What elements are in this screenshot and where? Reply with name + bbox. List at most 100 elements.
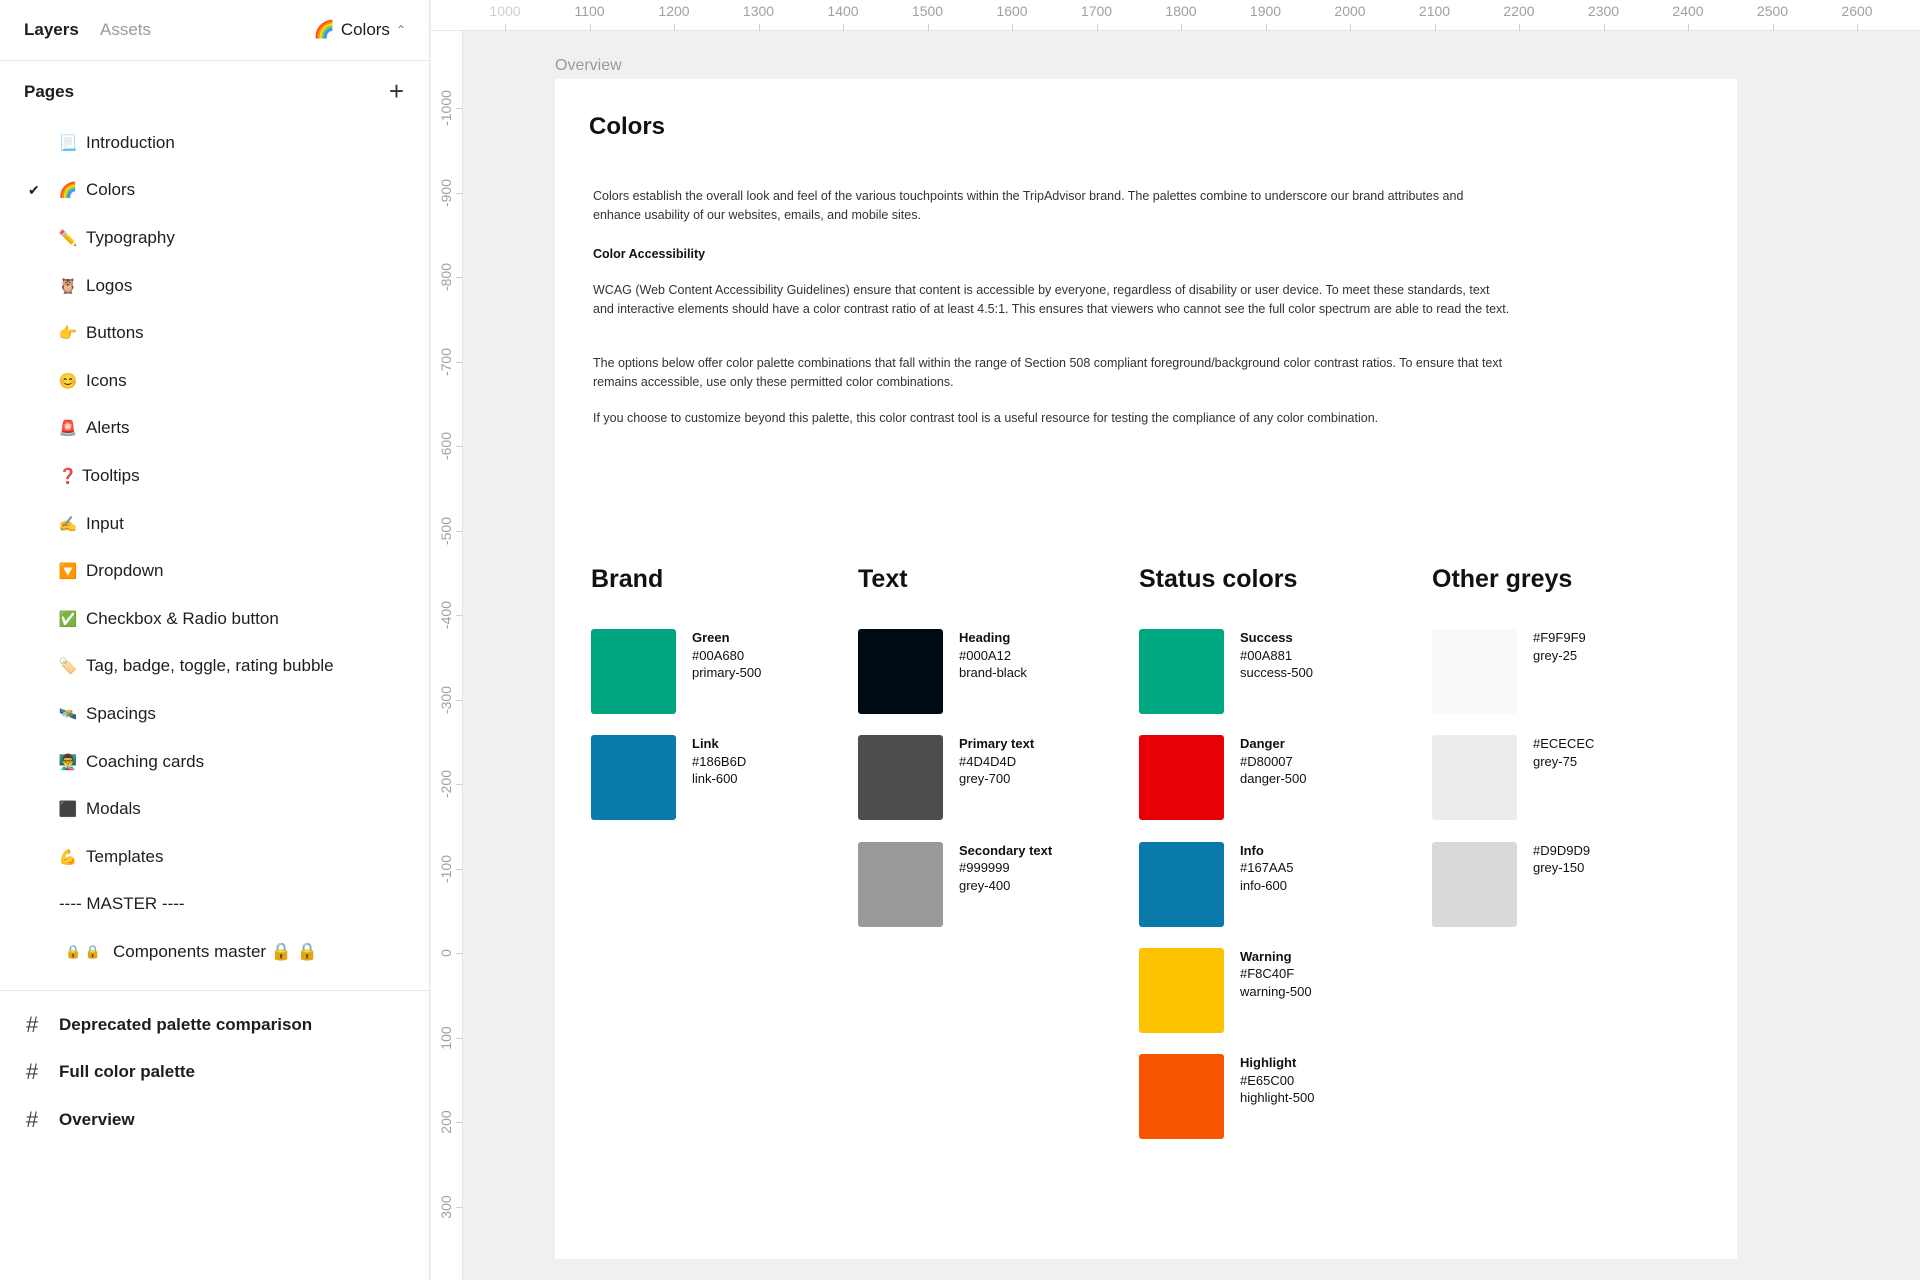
tab-layers[interactable]: Layers bbox=[24, 20, 79, 40]
frame-item[interactable]: # Overview bbox=[0, 1096, 430, 1144]
frame-item[interactable]: # Deprecated palette comparison bbox=[0, 1001, 430, 1049]
swatch-token: danger-500 bbox=[1240, 771, 1307, 787]
page-item-label: Icons bbox=[86, 370, 127, 390]
tab-assets[interactable]: Assets bbox=[100, 20, 151, 40]
ruler-label: 1700 bbox=[1080, 3, 1113, 19]
color-swatch[interactable] bbox=[858, 841, 943, 927]
current-page-label: Colors bbox=[340, 20, 390, 39]
swatch-info: Warning #F8C40F warning-500 bbox=[1240, 948, 1312, 1001]
add-page-icon[interactable]: + bbox=[389, 78, 404, 104]
page-item[interactable]: ❓ Tooltips bbox=[0, 452, 430, 500]
page-item[interactable]: 🚨 Alerts bbox=[0, 405, 430, 453]
ruler-tick bbox=[456, 361, 463, 363]
page-item[interactable]: 🔽 Dropdown bbox=[0, 547, 430, 595]
color-swatch[interactable] bbox=[858, 735, 943, 821]
page-item[interactable]: 👨‍🏫 Coaching cards bbox=[0, 738, 430, 786]
page-item[interactable]: 👉 Buttons bbox=[0, 309, 430, 357]
page-item-label: Input bbox=[86, 513, 124, 533]
page-item[interactable]: 🛰️ Spacings bbox=[0, 690, 430, 738]
page-item[interactable]: 📃 Introduction bbox=[0, 119, 430, 167]
ruler-label: 1400 bbox=[827, 3, 859, 19]
color-swatch[interactable] bbox=[1139, 947, 1224, 1033]
page-item[interactable]: 🦉 Logos bbox=[0, 262, 430, 310]
pages-title: Pages bbox=[24, 82, 75, 101]
color-swatch[interactable] bbox=[591, 735, 676, 821]
intro-paragraph: Colors establish the overall look and fe… bbox=[593, 189, 1464, 222]
ruler-tick bbox=[456, 446, 463, 447]
column-title: Text bbox=[858, 565, 908, 593]
frame-hash-icon: # bbox=[26, 1011, 39, 1037]
page-emoji-icon: ❓ bbox=[58, 467, 78, 485]
swatch-info: #F9F9F9 grey-25 bbox=[1533, 629, 1586, 664]
page-item-label: Dropdown bbox=[86, 561, 164, 581]
color-swatch[interactable] bbox=[858, 629, 943, 714]
color-swatch[interactable] bbox=[1139, 841, 1224, 927]
page-item[interactable]: 😊 Icons bbox=[0, 357, 430, 405]
ruler-tick bbox=[456, 699, 463, 701]
customize-paragraph: If you choose to customize beyond this p… bbox=[593, 411, 1379, 425]
swatch-name: Link bbox=[692, 736, 719, 752]
color-swatch[interactable] bbox=[591, 629, 676, 714]
page-item-label: Spacings bbox=[86, 703, 156, 723]
frame-item-label: Deprecated palette comparison bbox=[59, 1014, 313, 1034]
swatch-hex: #F8C40F bbox=[1240, 966, 1295, 982]
page-emoji-icon: 😊 bbox=[58, 372, 78, 390]
swatch-hex: #00A881 bbox=[1240, 647, 1293, 663]
swatch-hex: #4D4D4D bbox=[959, 753, 1017, 769]
ruler-label: 1100 bbox=[574, 3, 605, 19]
swatch-token: grey-400 bbox=[959, 877, 1011, 893]
page-item-label: ---- MASTER ---- bbox=[59, 894, 185, 914]
page-emoji-icon: 🔒 🔒 bbox=[65, 943, 101, 959]
color-swatch[interactable] bbox=[1432, 735, 1517, 821]
page-item-label: Typography bbox=[86, 227, 175, 247]
page-item[interactable]: ✏️ Typography bbox=[0, 214, 430, 262]
color-swatch[interactable] bbox=[1139, 629, 1224, 714]
frame-list: # Deprecated palette comparison # Full colo… bbox=[0, 1001, 430, 1144]
ruler-tick bbox=[456, 868, 463, 870]
page-emoji-icon: 💪 bbox=[58, 848, 78, 866]
swatch-name: Secondary text bbox=[959, 842, 1053, 858]
ruler-label: -800 bbox=[438, 262, 454, 292]
page-item[interactable]: ⬛ Modals bbox=[0, 785, 430, 833]
page-emoji-icon: ✍️ bbox=[58, 515, 78, 533]
frame-item[interactable]: # Full color palette bbox=[0, 1049, 430, 1097]
artboard-overview[interactable]: Colors Colors establish the overall look… bbox=[555, 79, 1737, 1259]
ruler-label: -600 bbox=[438, 431, 454, 461]
ruler-label: 2100 bbox=[1418, 3, 1451, 19]
swatch-token: grey-25 bbox=[1533, 647, 1578, 663]
frame-label[interactable]: Overview bbox=[555, 57, 622, 75]
page-item[interactable]: 💪 Templates bbox=[0, 833, 430, 881]
ruler-label: -1000 bbox=[438, 90, 454, 126]
ruler-tick bbox=[1265, 24, 1267, 31]
ruler-tick bbox=[456, 615, 463, 616]
ruler-tick bbox=[456, 530, 463, 532]
color-swatch[interactable] bbox=[1139, 1054, 1224, 1140]
swatch-token: primary-500 bbox=[692, 665, 762, 680]
current-page-switcher[interactable]: 🌈 Colors ⌃ bbox=[314, 20, 406, 40]
page-item[interactable]: ✔ 🌈 Colors bbox=[0, 167, 430, 215]
swatch-hex: #999999 bbox=[959, 860, 1010, 876]
page-item[interactable]: 🏷️ Tag, badge, toggle, rating bubble bbox=[0, 643, 430, 691]
color-swatch[interactable] bbox=[1432, 841, 1517, 927]
ruler-label: 0 bbox=[438, 949, 454, 957]
swatch-name: Green bbox=[692, 630, 730, 645]
frame-item-label: Full color palette bbox=[59, 1062, 196, 1082]
swatch-name: Info bbox=[1240, 842, 1264, 858]
ruler-tick bbox=[456, 1037, 463, 1039]
page-item[interactable]: ✅ Checkbox & Radio button bbox=[0, 595, 430, 643]
swatch-name: Primary text bbox=[959, 736, 1035, 752]
page-item[interactable]: 🔒 🔒 Components master 🔒 🔒 bbox=[0, 928, 430, 976]
doc-title: Colors bbox=[589, 113, 666, 140]
page-emoji-icon: ✏️ bbox=[58, 229, 78, 247]
swatch-name: Warning bbox=[1240, 948, 1292, 964]
color-swatch[interactable] bbox=[1139, 735, 1224, 821]
ruler-tick bbox=[843, 24, 844, 31]
page-item-label: Templates bbox=[86, 846, 164, 866]
page-item[interactable]: ---- MASTER ---- bbox=[0, 881, 430, 929]
page-item-label: Buttons bbox=[86, 323, 144, 343]
page-item-label: Modals bbox=[86, 799, 141, 819]
ruler-tick bbox=[1603, 24, 1605, 31]
color-swatch[interactable] bbox=[1432, 629, 1517, 714]
page-item[interactable]: ✍️ Input bbox=[0, 500, 430, 548]
ruler-label: 100 bbox=[438, 1025, 454, 1050]
